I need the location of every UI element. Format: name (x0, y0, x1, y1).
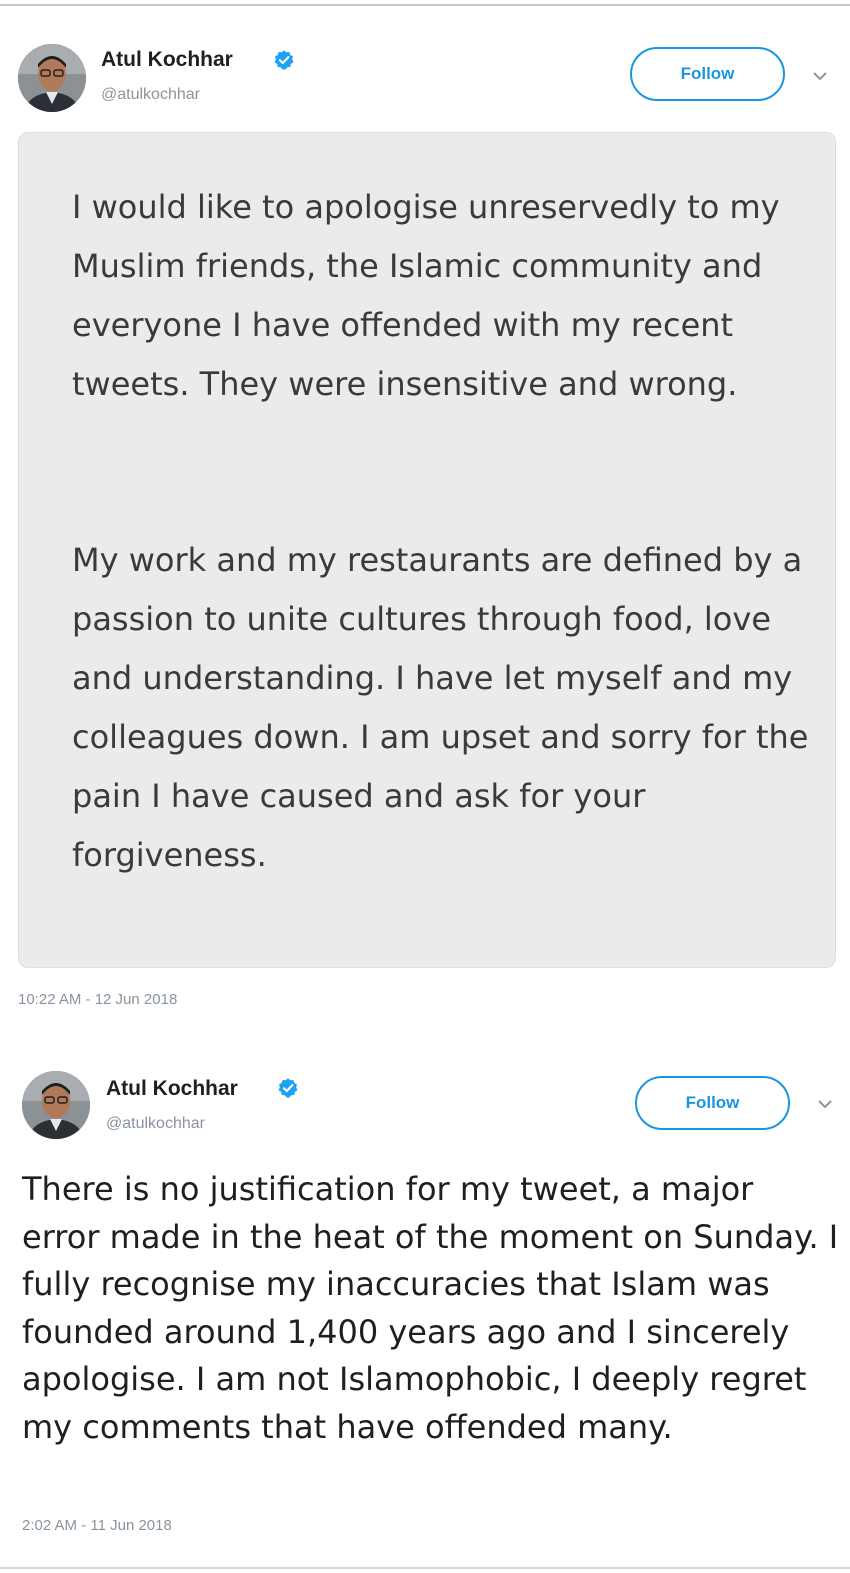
tweet-timestamp[interactable]: 2:02 AM - 11 Jun 2018 (22, 1517, 172, 1534)
frame-bottom-border (0, 1567, 850, 1569)
follow-button[interactable]: Follow (630, 47, 785, 101)
author-name[interactable]: Atul Kochhar (101, 48, 233, 72)
image-paragraph: My work and my restaurants are defined b… (72, 541, 809, 874)
chevron-down-icon[interactable] (812, 71, 828, 81)
author-handle[interactable]: @atulkochhar (101, 86, 200, 104)
verified-badge-icon (274, 50, 294, 70)
tweet-timestamp[interactable]: 10:22 AM - 12 Jun 2018 (18, 991, 177, 1008)
author-name[interactable]: Atul Kochhar (106, 1077, 238, 1101)
tweet-text: There is no justification for my tweet, … (22, 1170, 839, 1446)
follow-button[interactable]: Follow (635, 1076, 790, 1130)
image-paragraph: I would like to apologise unreservedly t… (72, 188, 780, 403)
tweet-image[interactable]: I would like to apologise unreservedly t… (18, 132, 836, 968)
chevron-down-icon[interactable] (817, 1099, 833, 1109)
author-handle[interactable]: @atulkochhar (106, 1115, 205, 1133)
verified-badge-icon (278, 1078, 298, 1098)
avatar[interactable] (22, 1071, 90, 1139)
avatar[interactable] (18, 44, 86, 112)
frame-top-border (0, 4, 850, 6)
